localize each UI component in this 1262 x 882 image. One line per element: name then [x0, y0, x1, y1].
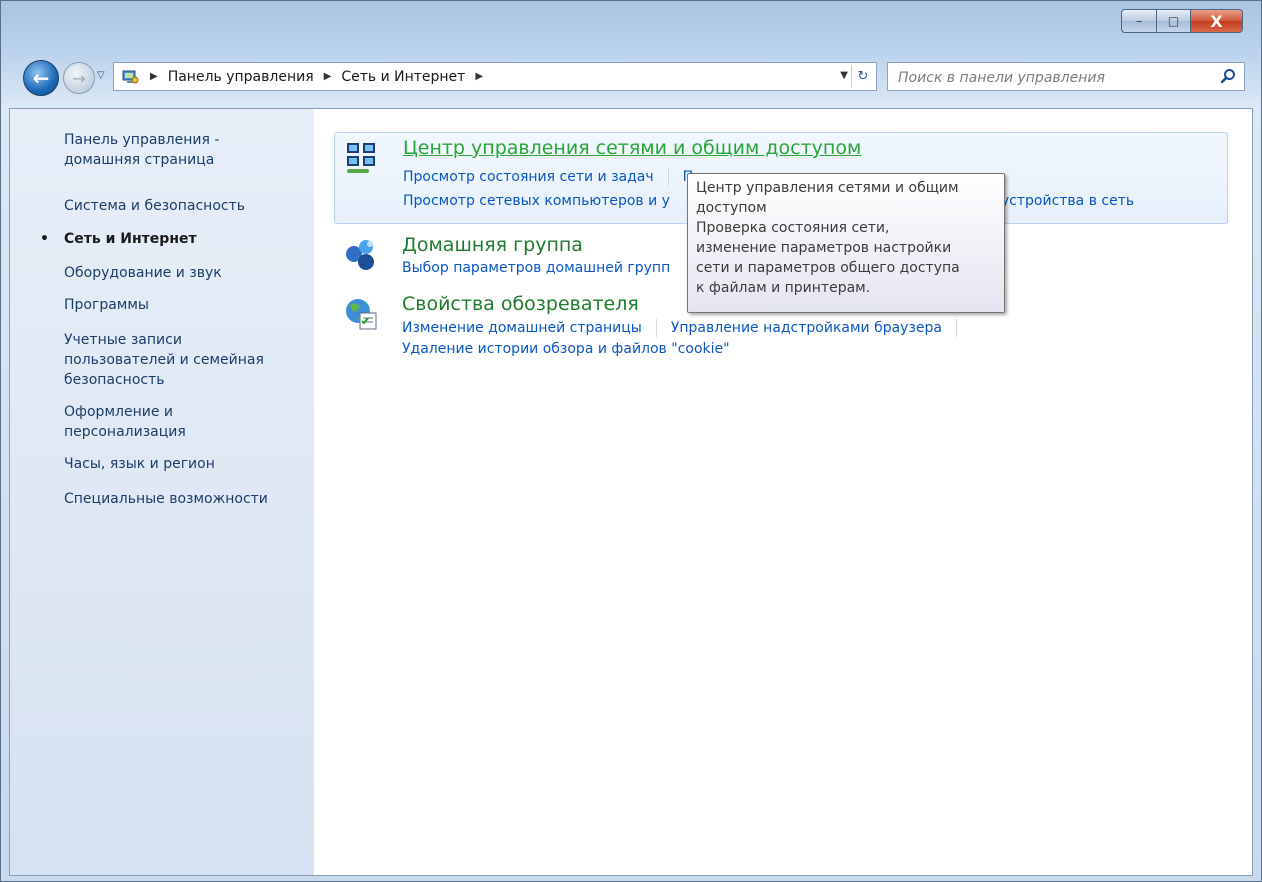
sidebar-item-system-security[interactable]: Система и безопасность	[64, 196, 304, 216]
explorer-window: – □ X ← → ▽ ▶ Панель управления ▶ Сеть и…	[0, 0, 1262, 882]
sidebar-item-label: Оформление и	[64, 404, 173, 420]
search-input[interactable]	[896, 67, 1200, 88]
links-row: Изменение домашней страницы Управление н…	[402, 319, 971, 337]
tooltip-line: сети и параметров общего доступа	[696, 260, 960, 276]
breadcrumb-item-network-internet[interactable]: Сеть и Интернет	[341, 69, 465, 85]
sidebar-item-user-accounts[interactable]: Учетные записи пользователей и семейная …	[64, 330, 304, 390]
back-button[interactable]: ←	[23, 60, 59, 96]
tooltip-line: изменение параметров настройки	[696, 240, 952, 256]
breadcrumb-item-control-panel[interactable]: Панель управления	[168, 69, 314, 85]
minimize-button[interactable]: –	[1121, 9, 1157, 33]
link-divider	[667, 168, 669, 186]
breadcrumb-separator-icon[interactable]: ▶	[475, 71, 483, 82]
category-title-network-center[interactable]: Центр управления сетями и общим доступом	[403, 137, 861, 159]
forward-button[interactable]: →	[63, 62, 95, 94]
breadcrumb-separator-icon[interactable]: ▶	[150, 71, 158, 82]
chevron-down-icon[interactable]: ▼	[840, 70, 848, 81]
tooltip-line: Центр управления сетями и общим	[696, 180, 959, 196]
link-view-network-status[interactable]: Просмотр состояния сети и задач	[403, 169, 654, 185]
sidebar-item-label: пользователей и семейная	[64, 352, 264, 368]
sidebar-item-accessibility[interactable]: Специальные возможности	[64, 489, 304, 509]
network-center-icon[interactable]	[345, 139, 379, 177]
close-button[interactable]: X	[1191, 9, 1243, 33]
recent-pages-button[interactable]: ▽	[97, 70, 105, 81]
link-view-network-computers[interactable]: Просмотр сетевых компьютеров и у	[403, 193, 670, 209]
tooltip-line: доступом	[696, 200, 767, 216]
breadcrumb: ▶ Панель управления ▶ Сеть и Интернет ▶	[140, 69, 493, 85]
sidebar-item-programs[interactable]: Программы	[64, 295, 304, 315]
link-divider	[655, 319, 657, 337]
link-change-home-page[interactable]: Изменение домашней страницы	[402, 320, 642, 336]
breadcrumb-separator-icon[interactable]: ▶	[324, 71, 332, 82]
homegroup-icon[interactable]	[344, 236, 378, 274]
sidebar-item-label: Учетные записи	[64, 332, 182, 348]
tooltip: Центр управления сетями и общим доступом…	[687, 173, 1005, 313]
client-area: Панель управления - домашняя страница Си…	[9, 108, 1253, 876]
maximize-button[interactable]: □	[1157, 9, 1191, 33]
link-manage-addons[interactable]: Управление надстройками браузера	[671, 320, 942, 336]
address-bar[interactable]: ▶ Панель управления ▶ Сеть и Интернет ▶ …	[113, 62, 877, 91]
sidebar-item-label: Панель управления -	[64, 132, 220, 148]
tooltip-line: к файлам и принтерам.	[696, 280, 871, 296]
window-controls: – □ X	[1121, 9, 1243, 33]
title-bar[interactable]: – □ X	[1, 1, 1261, 41]
category-title-internet-options[interactable]: Свойства обозревателя	[402, 293, 639, 315]
sidebar-item-hardware-sound[interactable]: Оборудование и звук	[64, 263, 304, 283]
navigation-bar: ← → ▽ ▶ Панель управления ▶ Сеть и Интер…	[1, 56, 1261, 100]
control-panel-icon	[120, 68, 140, 86]
sidebar-item-control-panel-home[interactable]: Панель управления - домашняя страница	[64, 130, 304, 170]
links-row: Удаление истории обзора и файлов "cookie…	[402, 341, 730, 357]
sidebar-item-appearance[interactable]: Оформление и персонализация	[64, 402, 304, 442]
link-divider	[956, 319, 957, 337]
sidebar-item-clock-language-region[interactable]: Часы, язык и регион	[64, 454, 304, 474]
sidebar-item-label: персонализация	[64, 424, 186, 440]
search-icon[interactable]	[1220, 68, 1236, 84]
search-box[interactable]	[887, 62, 1245, 91]
link-delete-history[interactable]: Удаление истории обзора и файлов "cookie…	[402, 341, 730, 357]
active-bullet-icon: •	[40, 231, 49, 247]
internet-options-icon[interactable]	[344, 295, 378, 333]
category-title-homegroup[interactable]: Домашняя группа	[402, 234, 583, 256]
sidebar-item-label: Сеть и Интернет	[64, 231, 197, 247]
link-homegroup-options[interactable]: Выбор параметров домашней групп	[402, 260, 670, 276]
links-row: Выбор параметров домашней групп	[402, 260, 670, 276]
sidebar-item-network-internet: • Сеть и Интернет	[40, 229, 304, 249]
tooltip-line: Проверка состояния сети,	[696, 220, 890, 236]
refresh-button[interactable]: ↻	[851, 65, 874, 88]
sidebar: Панель управления - домашняя страница Си…	[10, 109, 314, 875]
sidebar-item-label: домашняя страница	[64, 152, 215, 168]
sidebar-item-label: безопасность	[64, 372, 165, 388]
